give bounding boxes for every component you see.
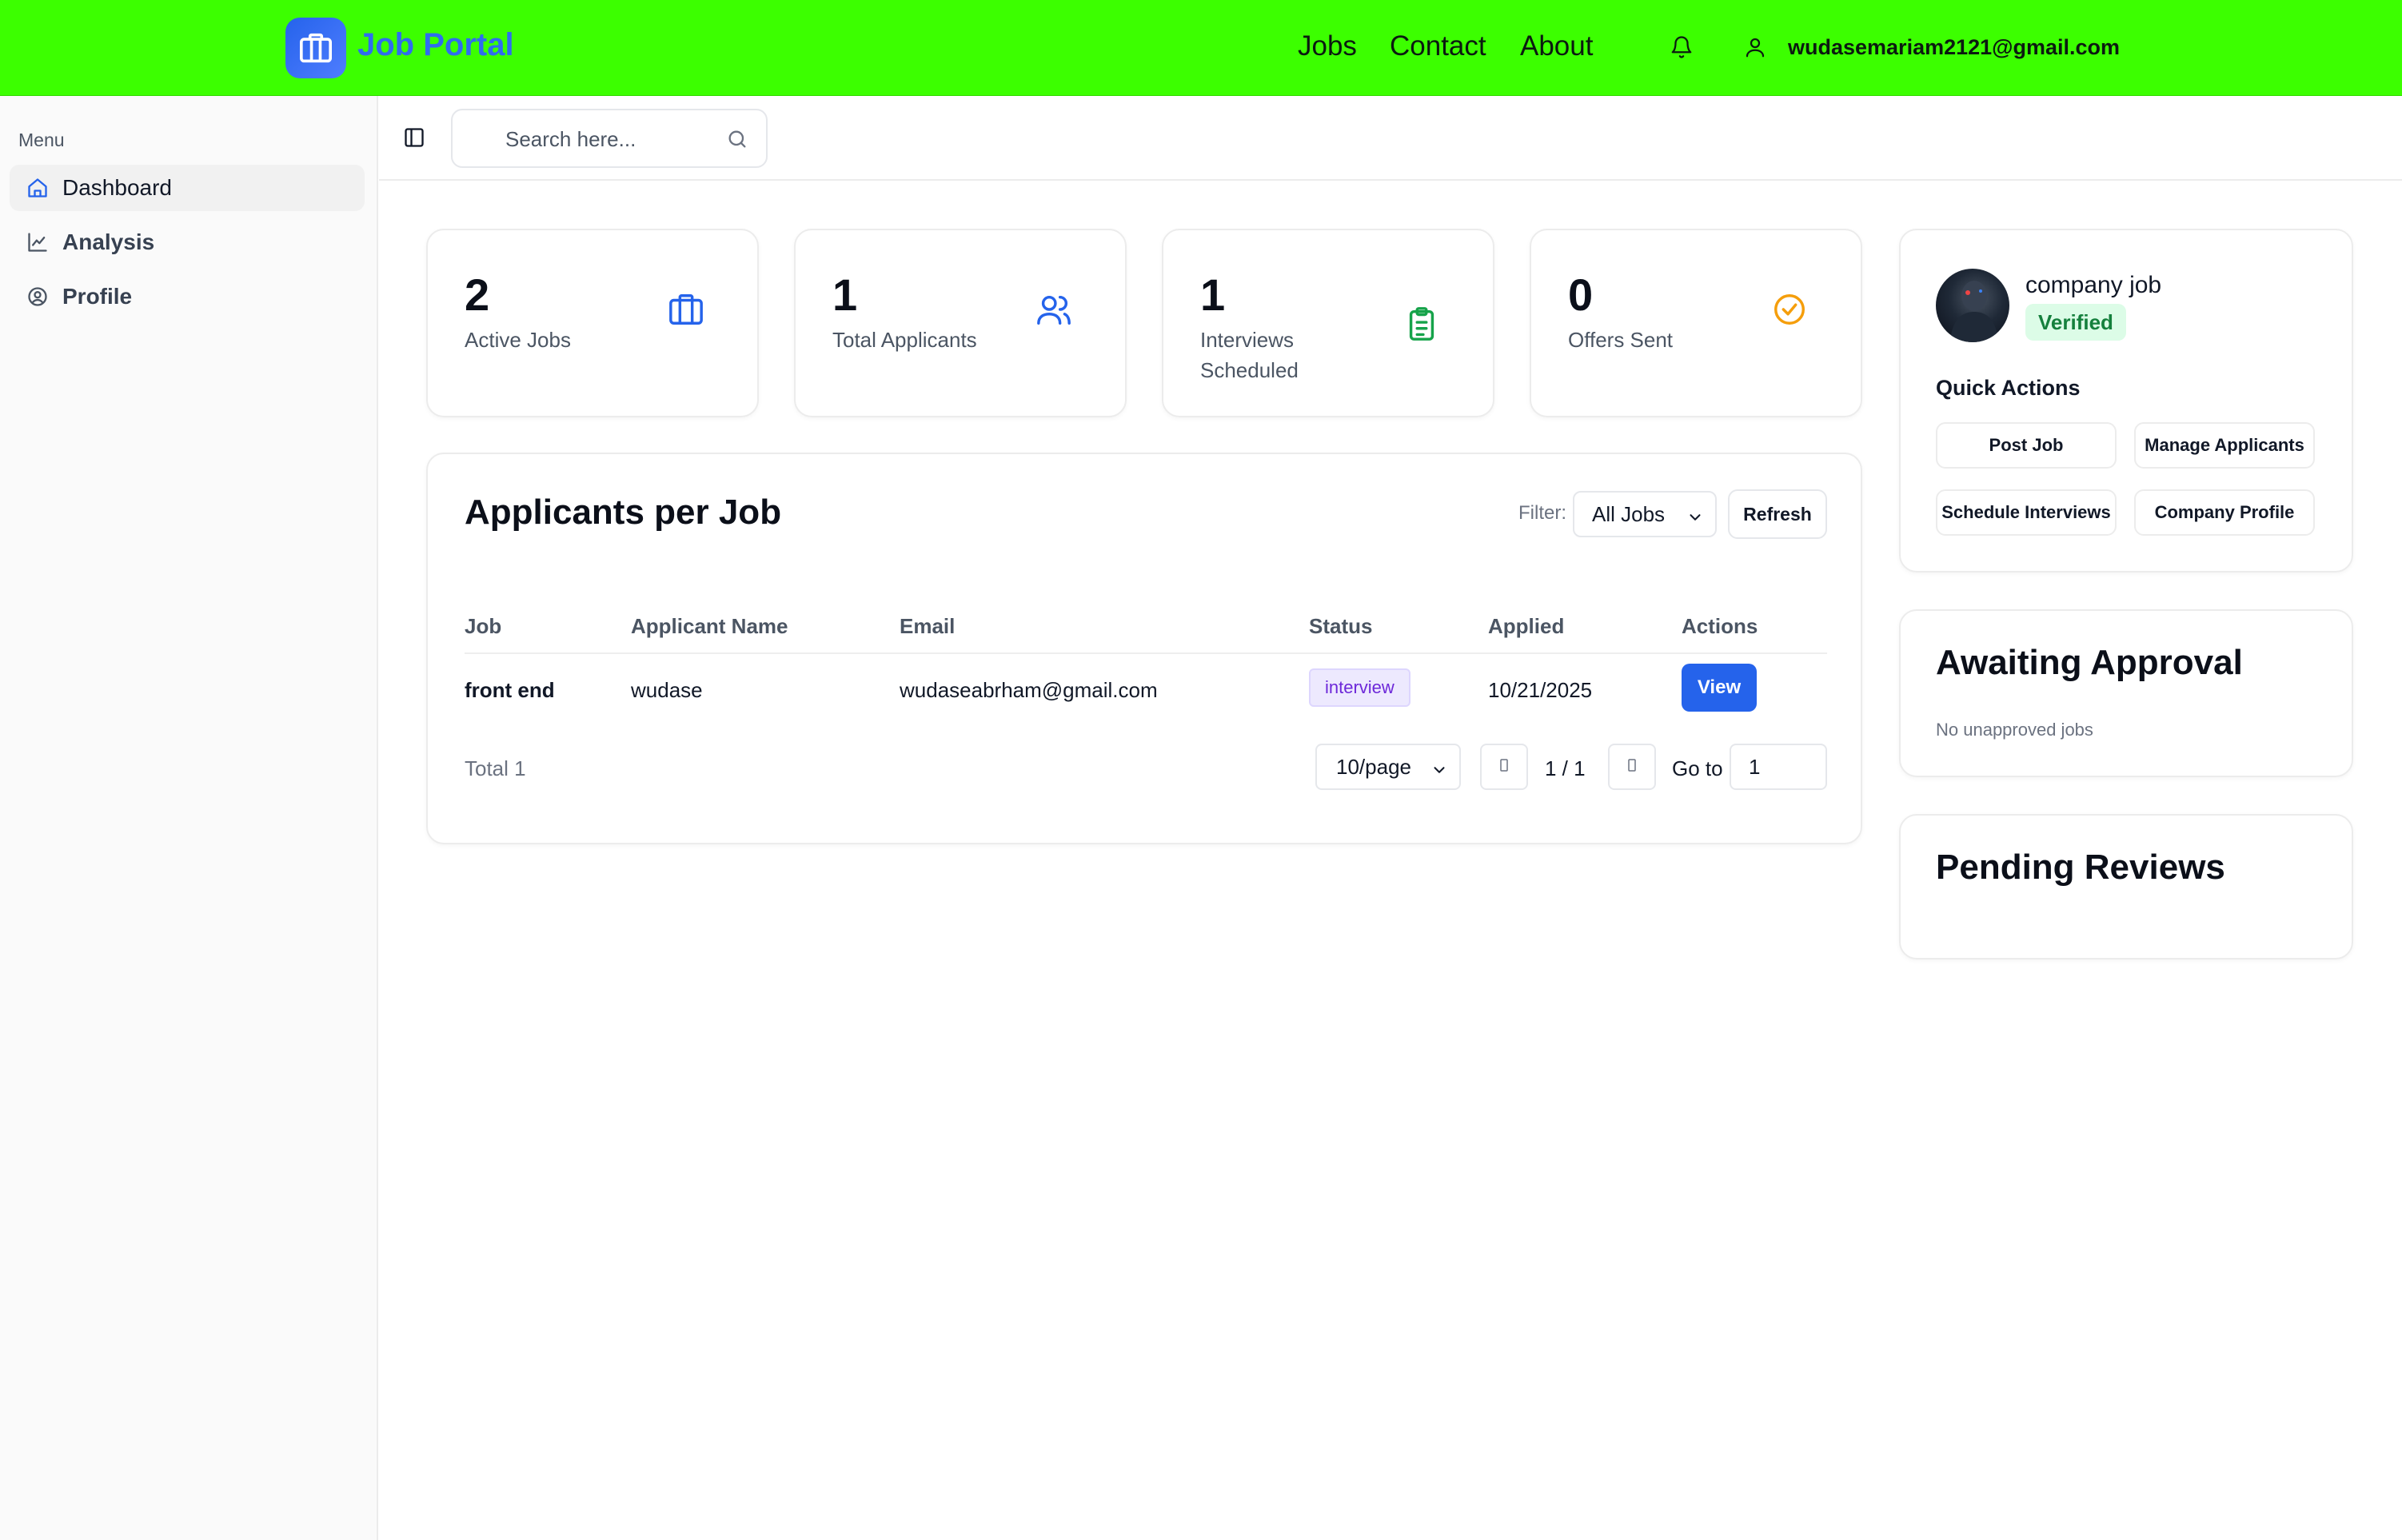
pending-reviews-card: Pending Reviews [1899,814,2353,960]
stat-value: 1 [832,269,858,320]
nav-link-contact[interactable]: Contact [1390,30,1486,62]
job-filter-select[interactable]: All Jobs [1573,491,1717,537]
total-count: Total 1 [465,756,526,780]
sidebar-item-label: Analysis [62,229,155,254]
cell-applicant-name: wudase [631,678,703,702]
cell-job: front end [465,678,555,702]
status-badge: interview [1309,668,1410,707]
top-navbar: Job Portal Jobs Contact About wudasemari… [0,0,2402,96]
nav-link-jobs[interactable]: Jobs [1298,30,1357,62]
view-button[interactable]: View [1682,664,1757,712]
goto-page-input[interactable] [1730,744,1827,790]
awaiting-approval-card: Awaiting Approval No unapproved jobs [1899,609,2353,777]
avatar[interactable] [1936,269,2009,342]
filter-value: All Jobs [1592,501,1666,526]
search-box [451,109,768,168]
stat-value: 1 [1200,269,1226,320]
column-header-email: Email [900,614,956,638]
sidebar: Menu Dashboard Analysis Profile [0,96,378,1540]
post-job-button[interactable]: Post Job [1936,422,2117,469]
stat-label: Interviews Scheduled [1200,328,1299,382]
users-icon [1035,291,1072,332]
chevron-right-icon [1626,757,1638,777]
stat-label: Offers Sent [1568,328,1674,352]
empty-state-text: No unapproved jobs [1936,720,2093,740]
nav-link-about[interactable]: About [1520,30,1593,62]
verified-badge: Verified [2025,304,2126,341]
stat-card-total-applicants: 1 Total Applicants [794,229,1127,417]
check-circle-icon [1771,291,1808,332]
company-card: company job Verified Quick Actions Post … [1899,229,2353,573]
chevron-left-icon [1498,757,1510,777]
schedule-interviews-button[interactable]: Schedule Interviews [1936,489,2117,536]
sidebar-item-label: Profile [62,284,133,309]
stat-card-interviews: 1 Interviews Scheduled [1162,229,1494,417]
sidebar-item-dashboard[interactable]: Dashboard [10,165,365,211]
sidebar-item-analysis[interactable]: Analysis [10,219,365,265]
page-indicator: 1 / 1 [1545,756,1586,780]
column-header-actions: Actions [1682,614,1758,638]
page-size-select[interactable]: 10/page [1315,744,1461,790]
company-profile-button[interactable]: Company Profile [2134,489,2315,536]
sidebar-item-label: Dashboard [62,175,172,200]
refresh-button[interactable]: Refresh [1728,489,1827,539]
page-size-value: 10/page [1336,754,1411,779]
applicants-card: Applicants per Job Filter: All Jobs Refr… [426,453,1862,844]
next-page-button[interactable] [1608,744,1656,790]
column-header-status: Status [1309,614,1373,638]
cell-email: wudaseabrham@gmail.com [900,678,1158,702]
sub-header [379,96,2402,181]
stat-card-offers: 0 Offers Sent [1530,229,1862,417]
sidebar-item-profile[interactable]: Profile [10,273,365,320]
search-input[interactable] [505,125,713,154]
section-title: Pending Reviews [1936,848,2225,887]
menu-label: Menu [18,130,65,150]
column-header-applicant-name: Applicant Name [631,614,788,638]
quick-actions-label: Quick Actions [1936,376,2081,400]
stat-value: 0 [1568,269,1594,320]
section-title: Applicants per Job [465,493,782,532]
chart-line-icon [26,230,50,254]
stat-value: 2 [465,269,490,320]
clipboard-icon [1403,305,1440,346]
stat-label: Total Applicants [832,328,977,352]
search-icon[interactable] [726,128,748,154]
company-name: company job [2025,272,2162,298]
chevron-down-icon [1686,507,1704,532]
filter-label: Filter: [1518,502,1566,524]
chevron-down-icon [1430,760,1448,784]
stat-card-active-jobs: 2 Active Jobs [426,229,759,417]
prev-page-button[interactable] [1480,744,1528,790]
home-icon [26,176,50,200]
cell-applied-date: 10/21/2025 [1488,678,1593,702]
brand-name[interactable]: Job Portal [357,27,514,63]
user-circle-icon [26,285,50,309]
sidebar-toggle-icon[interactable] [403,126,425,153]
table-divider [465,652,1827,654]
goto-label: Go to [1672,756,1723,780]
user-email[interactable]: wudasemariam2121@gmail.com [1788,35,2120,60]
stat-label: Active Jobs [465,328,571,352]
briefcase-icon [668,291,704,332]
manage-applicants-button[interactable]: Manage Applicants [2134,422,2315,469]
column-header-applied: Applied [1488,614,1565,638]
user-icon[interactable] [1743,35,1767,63]
bell-icon[interactable] [1670,35,1694,63]
section-title: Awaiting Approval [1936,643,2243,682]
briefcase-logo-icon[interactable] [285,18,346,78]
column-header-job: Job [465,614,502,638]
